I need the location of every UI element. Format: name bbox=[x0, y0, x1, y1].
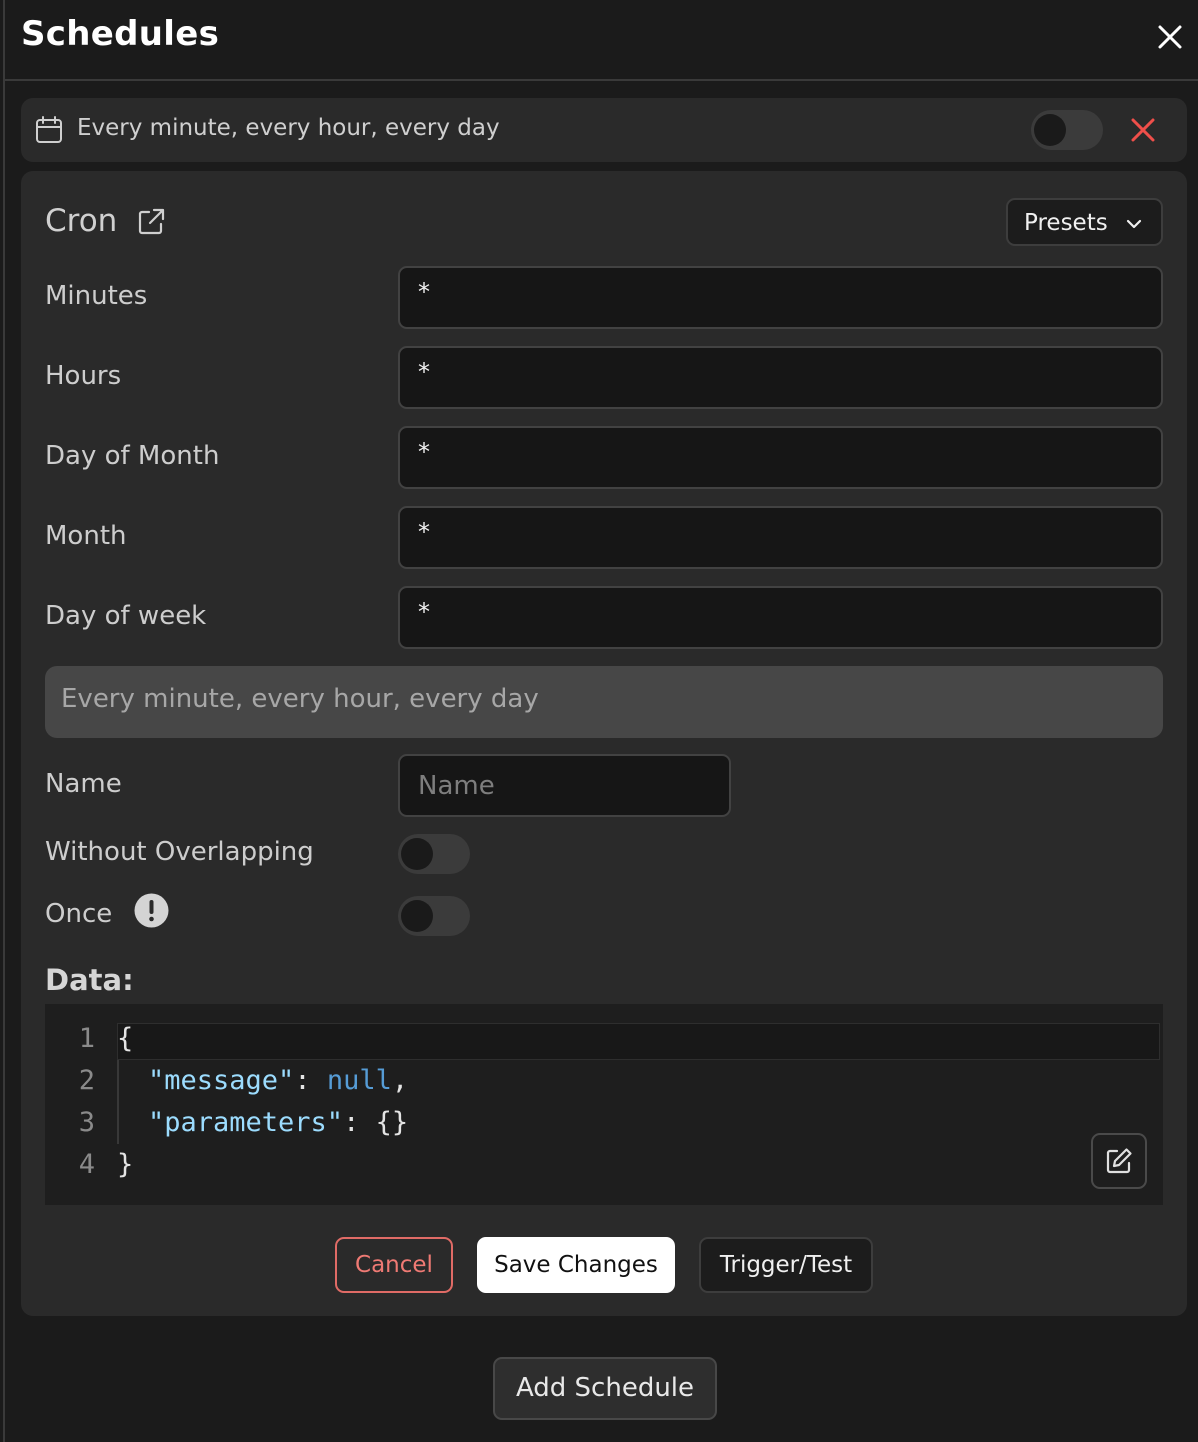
minutes-input[interactable] bbox=[398, 266, 1163, 329]
hours-label: Hours bbox=[45, 361, 122, 391]
json-key: "message" bbox=[148, 1065, 295, 1096]
line-number: 3 bbox=[78, 1107, 95, 1138]
toggle-knob bbox=[1034, 114, 1066, 146]
without-overlapping-label: Without Overlapping bbox=[45, 837, 314, 867]
line-number: 1 bbox=[78, 1023, 95, 1054]
add-schedule-button[interactable]: Add Schedule bbox=[493, 1357, 717, 1420]
schedule-enabled-toggle[interactable] bbox=[1031, 110, 1103, 150]
json-value: null bbox=[326, 1065, 392, 1096]
day-of-month-input[interactable] bbox=[398, 426, 1163, 489]
toggle-knob bbox=[401, 838, 433, 870]
json-separator: : bbox=[343, 1107, 376, 1138]
trigger-test-button[interactable]: Trigger/Test bbox=[699, 1237, 873, 1293]
json-punct: , bbox=[391, 1065, 409, 1096]
minutes-label: Minutes bbox=[45, 281, 148, 311]
day-of-week-input[interactable] bbox=[398, 586, 1163, 649]
cron-description-text: Every minute, every hour, every day bbox=[61, 684, 539, 714]
active-line-highlight bbox=[117, 1023, 1160, 1060]
once-label: Once bbox=[45, 899, 113, 929]
info-icon[interactable] bbox=[134, 893, 169, 928]
cancel-button[interactable]: Cancel bbox=[335, 1237, 453, 1293]
line-number: 2 bbox=[78, 1065, 95, 1096]
code-line: "parameters": {} bbox=[148, 1107, 408, 1138]
code-line: } bbox=[117, 1149, 133, 1180]
day-of-month-label: Day of Month bbox=[45, 441, 220, 471]
json-value: {} bbox=[375, 1107, 409, 1138]
chevron-down-icon bbox=[1126, 219, 1142, 229]
presets-dropdown[interactable]: Presets bbox=[1006, 198, 1163, 246]
name-label: Name bbox=[45, 769, 122, 799]
close-icon bbox=[1158, 25, 1182, 49]
once-toggle[interactable] bbox=[398, 896, 470, 936]
calendar-icon bbox=[36, 116, 62, 143]
code-line: { bbox=[117, 1023, 133, 1054]
line-number: 4 bbox=[78, 1149, 95, 1180]
code-line: "message": null, bbox=[148, 1065, 408, 1096]
code-brace: } bbox=[117, 1149, 134, 1180]
presets-label: Presets bbox=[1024, 210, 1108, 236]
close-button[interactable] bbox=[1153, 20, 1187, 54]
without-overlapping-toggle[interactable] bbox=[398, 834, 470, 874]
cron-help-link[interactable] bbox=[136, 207, 166, 237]
edit-icon bbox=[1106, 1148, 1132, 1174]
json-key: "parameters" bbox=[148, 1107, 344, 1138]
page-title: Schedules bbox=[21, 14, 220, 54]
month-label: Month bbox=[45, 521, 127, 551]
name-input[interactable] bbox=[398, 754, 731, 817]
cron-description: Every minute, every hour, every day bbox=[45, 666, 1163, 738]
schedules-panel: Schedules Every minute, every hour, ever… bbox=[3, 0, 1198, 1442]
data-label: Data: bbox=[45, 963, 134, 997]
code-brace: { bbox=[117, 1023, 134, 1054]
close-icon bbox=[1131, 118, 1155, 142]
remove-schedule-button[interactable] bbox=[1127, 114, 1159, 146]
month-input[interactable] bbox=[398, 506, 1163, 569]
day-of-week-label: Day of week bbox=[45, 601, 207, 631]
toggle-knob bbox=[401, 900, 433, 932]
edit-data-button[interactable] bbox=[1091, 1133, 1147, 1189]
external-link-icon bbox=[138, 208, 165, 235]
cron-title: Cron bbox=[45, 203, 118, 239]
save-changes-button[interactable]: Save Changes bbox=[477, 1237, 675, 1293]
json-editor[interactable]: 1 2 3 4 { "message": null, "parameters":… bbox=[45, 1004, 1163, 1205]
schedule-summary: Every minute, every hour, every day bbox=[77, 115, 500, 141]
schedule-summary-bar[interactable]: Every minute, every hour, every day bbox=[21, 98, 1187, 162]
indent-guide bbox=[117, 1060, 119, 1144]
panel-header: Schedules bbox=[5, 0, 1198, 81]
hours-input[interactable] bbox=[398, 346, 1163, 409]
json-separator: : bbox=[294, 1065, 327, 1096]
schedule-editor-card: Cron Presets Minutes Hours Day of Month … bbox=[21, 171, 1187, 1316]
